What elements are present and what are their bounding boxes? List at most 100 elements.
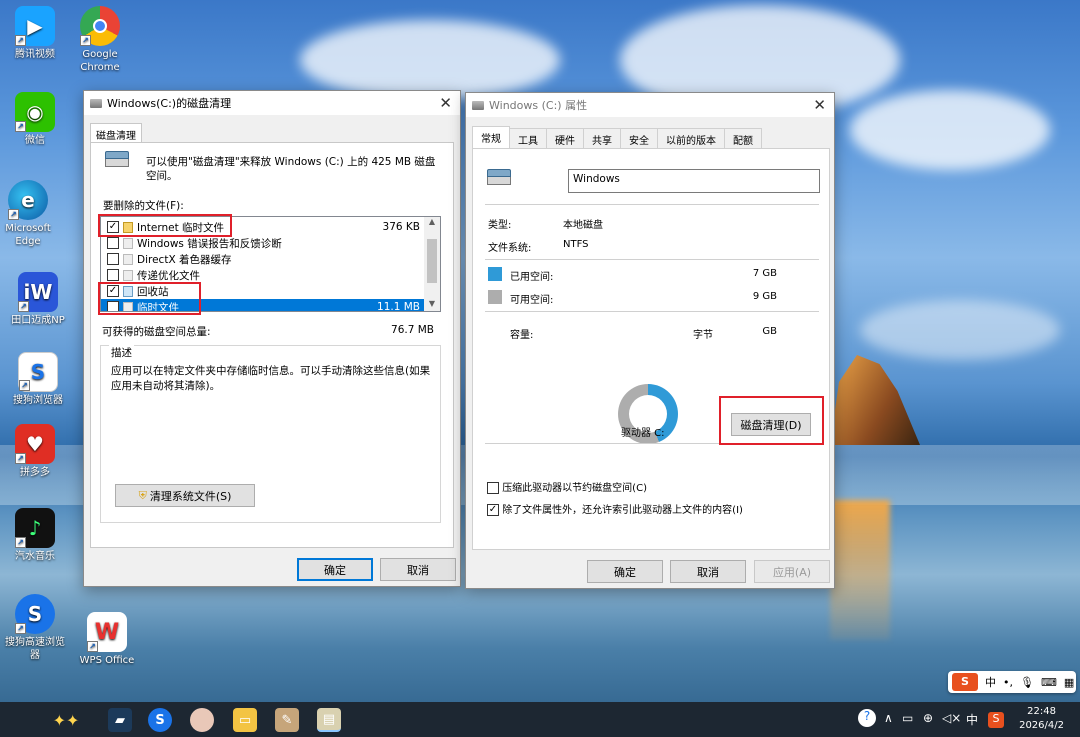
- scrollbar[interactable]: ▲ ▼: [424, 217, 440, 311]
- divider: [485, 443, 819, 444]
- checkbox[interactable]: [107, 253, 119, 265]
- cleanup-intro: 可以使用"磁盘清理"来释放 Windows (C:) 上的 425 MB 磁盘空…: [146, 156, 436, 182]
- desktop-icon-tencent-video[interactable]: ▶ ↗ 腾讯视频: [3, 6, 67, 61]
- sogou-tray-icon[interactable]: S: [988, 712, 1004, 728]
- tab-previous-versions[interactable]: 以前的版本: [657, 128, 725, 148]
- scroll-down-icon[interactable]: ▼: [424, 299, 440, 311]
- file-explorer-icon[interactable]: ▭: [233, 708, 257, 732]
- cloud: [300, 20, 560, 100]
- scrollbar-thumb[interactable]: [427, 239, 437, 283]
- desktop-icon-label: WPS Office: [79, 655, 135, 666]
- file-list[interactable]: ✓ Internet 临时文件 376 KB Windows 错误报告和反馈诊断…: [100, 216, 441, 312]
- taskbar: ✦✦ ▰ S ▭ ✎ ▤ ? ∧ ▭ ⊕ ◁× 中 S 22:48 2026/4…: [0, 702, 1080, 737]
- desktop-icon-sogou[interactable]: S ↗ 搜狗高速浏览器: [3, 594, 67, 662]
- checkbox[interactable]: ✓: [487, 504, 499, 516]
- desktop-icon-sogou-browser[interactable]: S ↗ 搜狗浏览器: [6, 352, 70, 407]
- description-group: 描述 应用可以在特定文件夹中存储临时信息。可以手动清除这些信息(如果应用未自动将…: [100, 345, 441, 523]
- ok-button[interactable]: 确定: [297, 558, 373, 581]
- list-item[interactable]: ✓ 回收站: [101, 283, 426, 299]
- network-icon[interactable]: ⊕: [923, 711, 933, 725]
- file-icon: [123, 269, 133, 281]
- desktop-icon-label: 搜狗高速浏览器: [5, 637, 65, 661]
- tab-disk-cleanup[interactable]: 磁盘清理: [90, 123, 142, 143]
- desktop-icon-app[interactable]: iW ↗ 田口迈成NP: [6, 272, 70, 327]
- edge-icon: e ↗: [8, 180, 48, 220]
- desktop-icon-music[interactable]: ♪ ↗ 汽水音乐: [3, 508, 67, 563]
- desktop-icon-label: Google Chrome: [80, 49, 120, 73]
- filesystem-label: 文件系统:: [488, 243, 532, 254]
- help-icon[interactable]: ?: [858, 709, 876, 727]
- chevron-up-icon[interactable]: ∧: [884, 711, 893, 725]
- list-item[interactable]: Windows 错误报告和反馈诊断: [101, 235, 426, 251]
- list-item[interactable]: 传递优化文件: [101, 267, 426, 283]
- checkbox[interactable]: ✓: [107, 285, 119, 297]
- file-size: 11.1 MB: [377, 301, 420, 312]
- list-item[interactable]: DirectX 着色器缓存: [101, 251, 426, 267]
- clock[interactable]: 22:48 2026/4/2: [1019, 705, 1064, 733]
- language-indicator[interactable]: 中: [966, 711, 978, 728]
- desktop-icon-wps[interactable]: W ↗ WPS Office: [75, 612, 139, 667]
- tab-hardware[interactable]: 硬件: [546, 128, 584, 148]
- sogou-ime-icon[interactable]: S: [952, 673, 978, 691]
- sogou-icon: S ↗: [15, 594, 55, 634]
- close-icon[interactable]: ✕: [813, 96, 826, 114]
- compress-label: 压缩此驱动器以节约磁盘空间(C): [502, 483, 647, 494]
- clean-system-files-button[interactable]: ⛨ 清理系统文件(S): [115, 484, 255, 507]
- index-option[interactable]: ✓ 除了文件属性外，还允许索引此驱动器上文件的内容(I): [487, 501, 743, 516]
- scroll-up-icon[interactable]: ▲: [424, 217, 440, 231]
- file-name: Internet 临时文件: [137, 221, 225, 234]
- shield-icon: ⛨: [138, 488, 147, 502]
- drive-properties-window: Windows (C:) 属性 ✕ 常规 工具 硬件 共享 安全 以前的版本 配…: [465, 92, 835, 589]
- widgets-icon[interactable]: ✦✦: [38, 708, 94, 732]
- tab-quota[interactable]: 配额: [724, 128, 762, 148]
- compress-option[interactable]: 压缩此驱动器以节约磁盘空间(C): [487, 479, 647, 494]
- desktop-icon-edge[interactable]: e ↗ Microsoft Edge: [0, 180, 60, 248]
- punctuation-icon[interactable]: •,: [1003, 676, 1013, 689]
- ime-toolbar[interactable]: S 中 •, 🎙 ⌨ ▦: [948, 671, 1076, 693]
- tab-general[interactable]: 常规: [472, 126, 510, 148]
- volume-icon[interactable]: ◁×: [942, 711, 961, 725]
- microphone-icon[interactable]: 🎙: [1020, 676, 1034, 689]
- title-bar: Windows (C:) 属性 ✕: [466, 93, 834, 117]
- checkbox[interactable]: [487, 482, 499, 494]
- tab-security[interactable]: 安全: [620, 128, 658, 148]
- ime-mode[interactable]: 中: [985, 674, 996, 690]
- checkbox[interactable]: [107, 237, 119, 249]
- checkbox[interactable]: [107, 269, 119, 281]
- music-icon: ♪ ↗: [15, 508, 55, 548]
- cancel-button[interactable]: 取消: [380, 558, 456, 581]
- capacity-bytes-unit: 字节: [693, 330, 713, 341]
- divider: [485, 311, 819, 312]
- close-icon[interactable]: ✕: [439, 94, 452, 112]
- tab-sharing[interactable]: 共享: [583, 128, 621, 148]
- paint-icon[interactable]: ✎: [275, 708, 299, 732]
- disk-cleanup-button[interactable]: 磁盘清理(D): [731, 413, 811, 436]
- desktop-icon-wechat[interactable]: ◉ ↗ 微信: [3, 92, 67, 147]
- total-space-label: 可获得的磁盘空间总量:: [102, 326, 211, 338]
- keyboard-icon[interactable]: ⌨: [1041, 676, 1057, 689]
- list-item[interactable]: ✓ Internet 临时文件 376 KB: [101, 219, 426, 235]
- task-view-icon[interactable]: ▰: [108, 708, 132, 732]
- battery-icon[interactable]: ▭: [902, 711, 913, 725]
- list-item-selected[interactable]: ✓ 临时文件 11.1 MB: [101, 299, 426, 312]
- desktop-icon-chrome[interactable]: ↗ Google Chrome: [68, 6, 132, 74]
- cancel-button[interactable]: 取消: [670, 560, 746, 583]
- clock-time: 22:48: [1027, 706, 1056, 717]
- disk-cleanup-taskbar-icon[interactable]: ▤: [317, 708, 341, 732]
- desktop-icon-pinduoduo[interactable]: ♥ ↗ 拼多多: [3, 424, 67, 479]
- checkbox[interactable]: ✓: [107, 221, 119, 233]
- drive-name-input[interactable]: Windows: [568, 169, 820, 193]
- grid-icon[interactable]: ▦: [1064, 676, 1074, 689]
- apply-button[interactable]: 应用(A): [754, 560, 830, 583]
- used-space-swatch: [488, 267, 502, 281]
- checkbox[interactable]: ✓: [107, 301, 119, 311]
- file-name: Windows 错误报告和反馈诊断: [137, 237, 282, 250]
- pinduoduo-icon: ♥ ↗: [15, 424, 55, 464]
- sogou-taskbar-icon[interactable]: S: [148, 708, 172, 732]
- avatar[interactable]: [190, 708, 214, 732]
- divider: [485, 204, 819, 205]
- file-icon: [123, 301, 133, 311]
- tab-tools[interactable]: 工具: [509, 128, 547, 148]
- files-label: 要删除的文件(F):: [103, 200, 184, 212]
- ok-button[interactable]: 确定: [587, 560, 663, 583]
